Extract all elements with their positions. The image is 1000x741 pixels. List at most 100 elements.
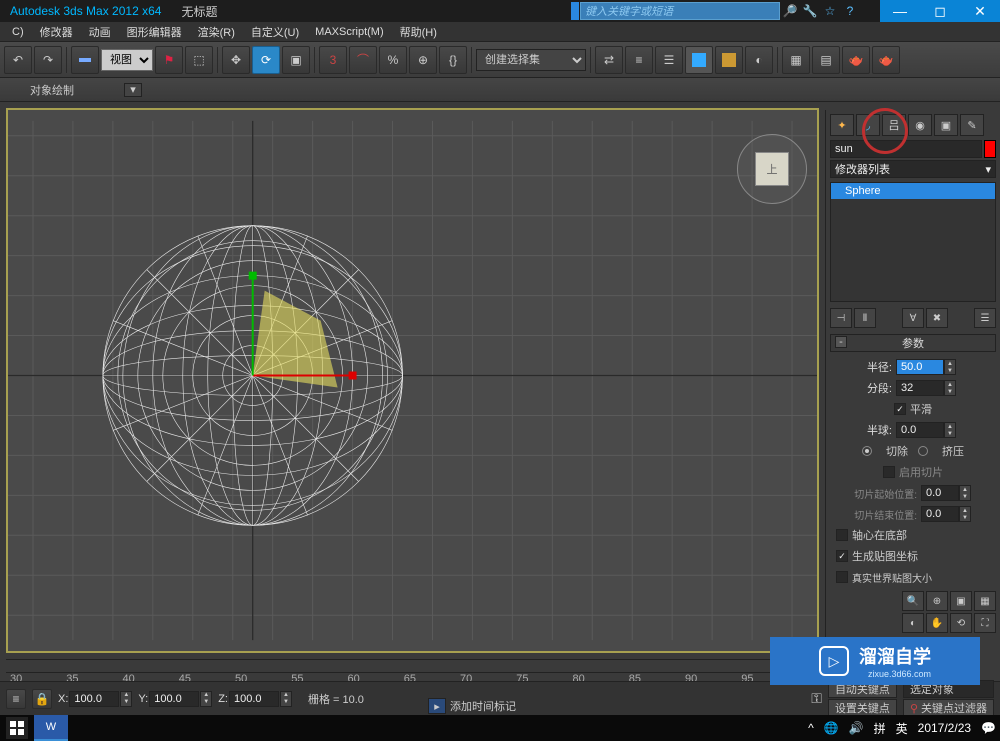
make-unique-icon[interactable]: ∀ bbox=[902, 308, 924, 328]
rotate-button[interactable]: ⟳ bbox=[252, 46, 280, 74]
slice-from-spinner[interactable]: 0.0 bbox=[921, 485, 959, 501]
wrench-icon[interactable]: 🔧 bbox=[800, 2, 820, 20]
real-world-checkbox[interactable] bbox=[836, 571, 848, 583]
utilities-tab[interactable]: ✎ bbox=[960, 114, 984, 136]
start-button[interactable] bbox=[6, 717, 28, 739]
mirror-button[interactable]: ⇄ bbox=[595, 46, 623, 74]
nav-pan-icon[interactable]: ✋ bbox=[926, 613, 948, 633]
nav-maximize-icon[interactable]: ⛶ bbox=[974, 613, 996, 633]
menu-animation[interactable]: 动画 bbox=[81, 24, 119, 40]
hemisphere-spinner-buttons[interactable]: ▲▼ bbox=[944, 422, 956, 438]
align-button[interactable]: ≡ bbox=[625, 46, 653, 74]
hemisphere-spinner[interactable]: 0.0 bbox=[896, 422, 944, 438]
smooth-checkbox[interactable]: ✓ bbox=[894, 403, 906, 415]
tray-action-center-icon[interactable]: 💬 bbox=[981, 721, 996, 735]
maxscript-listener-icon[interactable]: ≡ bbox=[6, 689, 26, 709]
modifier-list-dropdown[interactable]: 修改器列表▾ bbox=[830, 160, 996, 178]
pin-stack-icon[interactable]: ⊣ bbox=[830, 308, 852, 328]
modify-tab[interactable]: ◞ bbox=[856, 114, 880, 136]
render-setup-button[interactable]: ▦ bbox=[782, 46, 810, 74]
segments-spinner-buttons[interactable]: ▲▼ bbox=[944, 380, 956, 396]
menu-modifiers[interactable]: 修改器 bbox=[32, 24, 81, 40]
stack-item-sphere[interactable]: Sphere bbox=[831, 183, 995, 199]
viewcube-face[interactable]: 上 bbox=[755, 152, 789, 186]
menu-help[interactable]: 帮助(H) bbox=[392, 24, 445, 40]
star-icon[interactable]: ☆ bbox=[820, 2, 840, 20]
nav-zoom-all-icon[interactable]: ⊕ bbox=[926, 591, 948, 611]
modifier-stack[interactable]: Sphere bbox=[830, 182, 996, 302]
configure-sets-icon[interactable]: ☰ bbox=[974, 308, 996, 328]
time-tag-icon[interactable]: ▸ bbox=[428, 698, 446, 714]
radius-spinner-buttons[interactable]: ▲▼ bbox=[944, 359, 956, 375]
link-button[interactable] bbox=[71, 46, 99, 74]
curve-editor-button[interactable] bbox=[685, 46, 713, 74]
menu-customize-u[interactable]: 自定义(U) bbox=[243, 24, 307, 40]
add-time-marker-label[interactable]: 添加时间标记 bbox=[450, 698, 516, 714]
binoculars-icon[interactable]: 🔎 bbox=[780, 2, 800, 20]
viewcube[interactable]: 上 bbox=[737, 134, 807, 204]
maximize-button[interactable]: ◻ bbox=[920, 0, 960, 22]
object-name-input[interactable] bbox=[830, 140, 982, 158]
rollup-parameters[interactable]: - 参数 bbox=[830, 334, 996, 352]
material-editor-button[interactable]: ◐ bbox=[745, 46, 773, 74]
selection-set-select[interactable]: 创建选择集 bbox=[476, 49, 586, 71]
help-icon[interactable]: ? bbox=[840, 2, 860, 20]
slice-to-spinner-buttons[interactable]: ▲▼ bbox=[959, 506, 971, 522]
gen-coords-checkbox[interactable]: ✓ bbox=[836, 550, 848, 562]
close-button[interactable]: ✕ bbox=[960, 0, 1000, 22]
nav-zoom-icon[interactable]: 🔍 bbox=[902, 591, 924, 611]
select-all-icon[interactable]: ⬚ bbox=[185, 46, 213, 74]
ribbon-dropdown-icon[interactable]: ▾ bbox=[124, 83, 142, 97]
render-prod-button[interactable]: 🫖 bbox=[872, 46, 900, 74]
viewport-top[interactable]: 上 bbox=[6, 108, 819, 653]
coord-y-input[interactable]: 100.0 bbox=[149, 691, 199, 707]
create-tab[interactable]: ✦ bbox=[830, 114, 854, 136]
rollup-collapse-icon[interactable]: - bbox=[835, 336, 847, 348]
layers-button[interactable]: ☰ bbox=[655, 46, 683, 74]
taskbar-date[interactable]: 2017/2/23 bbox=[918, 721, 971, 735]
percent-snap-icon[interactable]: % bbox=[379, 46, 407, 74]
redo-button[interactable]: ↷ bbox=[34, 46, 62, 74]
nav-fov-icon[interactable]: ◐ bbox=[902, 613, 924, 633]
angle-snap-icon[interactable]: ⌒ bbox=[349, 46, 377, 74]
remove-mod-icon[interactable]: ✖ bbox=[926, 308, 948, 328]
coord-z-input[interactable]: 100.0 bbox=[229, 691, 279, 707]
display-tab[interactable]: ▣ bbox=[934, 114, 958, 136]
undo-button[interactable]: ↶ bbox=[4, 46, 32, 74]
key-lock-icon[interactable]: ⚿ bbox=[811, 690, 822, 707]
object-color-swatch[interactable] bbox=[984, 140, 996, 158]
spinner-snap-icon[interactable]: ⊕ bbox=[409, 46, 437, 74]
time-slider[interactable]: 3035404550556065707580859095100 bbox=[6, 659, 820, 679]
search-input[interactable]: 键入关键字或短语 bbox=[580, 2, 780, 20]
slice-to-spinner[interactable]: 0.0 bbox=[921, 506, 959, 522]
coord-x-input[interactable]: 100.0 bbox=[69, 691, 119, 707]
flag-icon[interactable]: ⚑ bbox=[155, 46, 183, 74]
edit-named-sel-icon[interactable]: {} bbox=[439, 46, 467, 74]
slice-from-spinner-buttons[interactable]: ▲▼ bbox=[959, 485, 971, 501]
radius-spinner[interactable]: 50.0 bbox=[896, 359, 944, 375]
taskbar-word-icon[interactable]: W bbox=[34, 715, 68, 741]
schematic-view-button[interactable] bbox=[715, 46, 743, 74]
render-frame-button[interactable]: ▤ bbox=[812, 46, 840, 74]
chop-radio[interactable] bbox=[862, 446, 872, 456]
menu-customize-c[interactable]: C) bbox=[4, 26, 32, 38]
render-button[interactable]: 🫖 bbox=[842, 46, 870, 74]
minimize-button[interactable]: — bbox=[880, 0, 920, 22]
ref-coord-select[interactable]: 视图 bbox=[101, 49, 153, 71]
snap-toggle-3[interactable]: 3 bbox=[319, 46, 347, 74]
menu-maxscript[interactable]: MAXScript(M) bbox=[307, 26, 391, 38]
squash-radio[interactable] bbox=[918, 446, 928, 456]
segments-spinner[interactable]: 32 bbox=[896, 380, 944, 396]
lock-selection-icon[interactable]: 🔒 bbox=[32, 689, 52, 709]
tray-volume-icon[interactable]: 🔊 bbox=[849, 721, 864, 735]
nav-orbit-icon[interactable]: ⟲ bbox=[950, 613, 972, 633]
menu-graph-editors[interactable]: 图形编辑器 bbox=[119, 24, 190, 40]
tray-lang-icon[interactable]: 英 bbox=[896, 720, 908, 737]
base-pivot-checkbox[interactable] bbox=[836, 529, 848, 541]
tray-network-icon[interactable]: 🌐 bbox=[824, 721, 839, 735]
move-button[interactable]: ✥ bbox=[222, 46, 250, 74]
tray-up-icon[interactable]: ^ bbox=[808, 721, 814, 735]
motion-tab[interactable]: ◉ bbox=[908, 114, 932, 136]
tray-ime-icon[interactable]: 拼 bbox=[874, 720, 886, 737]
show-end-result-icon[interactable]: Ⅱ bbox=[854, 308, 876, 328]
